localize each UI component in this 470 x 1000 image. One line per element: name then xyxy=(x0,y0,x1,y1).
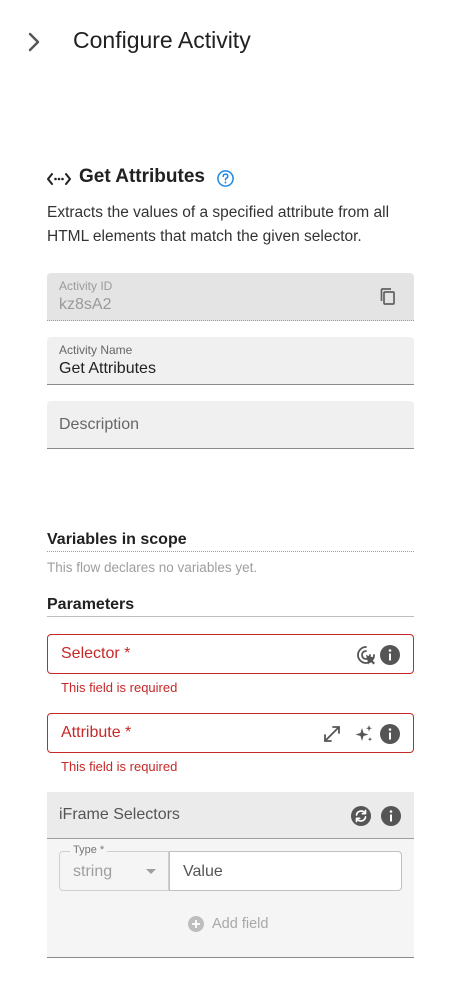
attribute-input[interactable]: Attribute * xyxy=(47,713,414,753)
help-circle-icon[interactable] xyxy=(216,169,235,188)
attribute-error: This field is required xyxy=(61,759,178,774)
iframe-selectors-header[interactable]: iFrame Selectors xyxy=(47,792,414,839)
expand-icon[interactable] xyxy=(321,723,343,745)
chevron-right-icon[interactable] xyxy=(24,30,44,54)
iframe-selectors-panel: iFrame Selectors Type * string Value Add… xyxy=(47,792,414,958)
activity-name-value: Get Attributes xyxy=(59,360,156,377)
selector-label: Selector * xyxy=(61,645,131,662)
activity-id-field: Activity ID kz8sA2 xyxy=(47,273,414,321)
add-circle-icon xyxy=(188,916,204,932)
sparkle-icon[interactable] xyxy=(353,723,375,745)
type-select-value: string xyxy=(73,863,113,880)
activity-name-label: Activity Name xyxy=(59,343,133,357)
info-icon[interactable] xyxy=(379,723,401,745)
info-icon[interactable] xyxy=(379,644,401,666)
code-arrows-icon xyxy=(47,173,71,185)
target-cursor-icon[interactable] xyxy=(355,644,377,666)
dropdown-arrow-icon xyxy=(146,869,156,874)
description-field[interactable]: Description xyxy=(47,401,414,449)
activity-description: Extracts the values of a specified attri… xyxy=(47,204,390,245)
iframe-selectors-label: iFrame Selectors xyxy=(59,806,180,823)
selector-error: This field is required xyxy=(61,680,178,695)
info-icon[interactable] xyxy=(380,805,402,827)
variables-empty-text: This flow declares no variables yet. xyxy=(47,560,258,575)
type-select-label: Type * xyxy=(70,844,108,856)
add-field-button[interactable]: Add field xyxy=(188,916,268,932)
activity-title: Get Attributes xyxy=(79,166,205,187)
activity-name-field[interactable]: Activity Name Get Attributes xyxy=(47,337,414,385)
add-field-label: Add field xyxy=(212,916,269,932)
refresh-icon[interactable] xyxy=(350,805,372,827)
parameters-section-title: Parameters xyxy=(47,596,414,617)
type-select[interactable]: Type * string xyxy=(59,844,169,891)
page-title: Configure Activity xyxy=(73,27,251,53)
attribute-label: Attribute * xyxy=(61,724,132,741)
description-placeholder: Description xyxy=(59,416,140,433)
activity-id-value: kz8sA2 xyxy=(59,296,112,313)
selector-input[interactable]: Selector * xyxy=(47,634,414,674)
copy-icon[interactable] xyxy=(378,287,398,307)
value-placeholder: Value xyxy=(183,863,223,880)
activity-id-label: Activity ID xyxy=(59,279,113,293)
value-input[interactable]: Value xyxy=(169,851,402,891)
variables-section-title: Variables in scope xyxy=(47,531,414,552)
